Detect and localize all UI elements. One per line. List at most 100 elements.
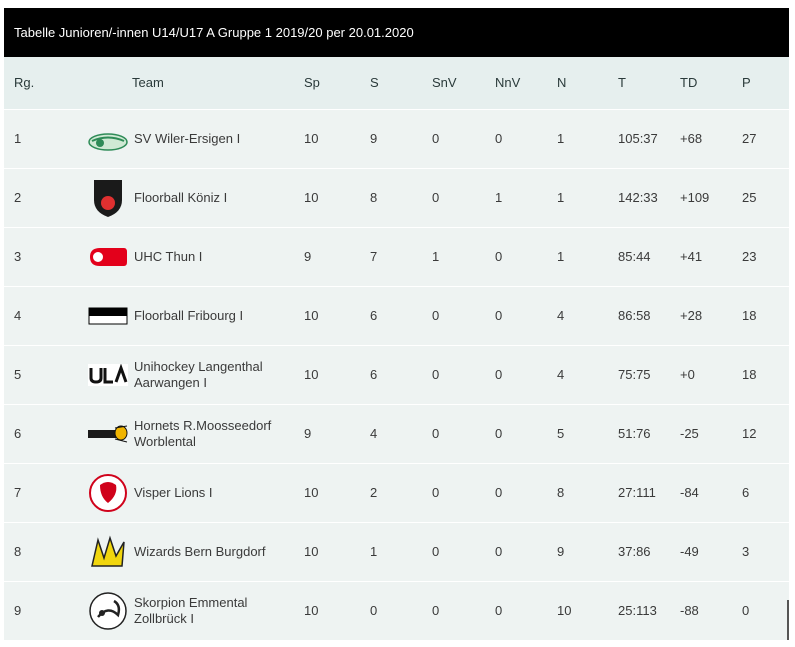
table-row[interactable]: 9 Skorpion Emmental Zollbrück I 10 0 0 0 10 25:… xyxy=(4,581,789,640)
losses-cell: 10 xyxy=(557,603,572,619)
wizards-logo xyxy=(88,532,128,572)
team-cell[interactable]: Floorball Köniz I xyxy=(88,168,304,227)
points-cell: 18 xyxy=(742,367,757,382)
overtime-losses-cell: 0 xyxy=(495,544,503,559)
team-name-link[interactable]: Skorpion Emmental Zollbrück I xyxy=(134,595,284,627)
rank-cell: 1 xyxy=(14,131,22,146)
team-cell[interactable]: Visper Lions I xyxy=(88,463,304,522)
column-header-rank[interactable]: Rg. xyxy=(4,57,88,109)
overtime-losses-cell: 0 xyxy=(495,131,503,146)
points-cell: 6 xyxy=(742,485,750,500)
games-cell: 10 xyxy=(304,367,319,382)
losses-cell: 1 xyxy=(557,249,565,264)
wiler-ersigen-logo xyxy=(88,119,128,159)
team-cell[interactable]: Floorball Fribourg I xyxy=(88,286,304,345)
table-row[interactable]: 7 Visper Lions I 10 2 0 0 8 27:111 -84 6 xyxy=(4,463,789,522)
standings-table: Rg. Team Sp S SnV NnV N T TD P 1 SV Wiler… xyxy=(4,57,789,640)
team-cell[interactable]: Skorpion Emmental Zollbrück I xyxy=(88,581,304,640)
overtime-wins-cell: 0 xyxy=(432,131,440,146)
table-row[interactable]: 5 Unihockey Langenthal Aarwangen I 10 6 0 0 4 7… xyxy=(4,345,789,404)
games-cell: 10 xyxy=(304,544,319,559)
team-cell[interactable]: Wizards Bern Burgdorf xyxy=(88,522,304,581)
table-row[interactable]: 6 Hornets R.Moosseedorf Worblental 9 4 0 0 5 51… xyxy=(4,404,789,463)
team-cell[interactable]: Unihockey Langenthal Aarwangen I xyxy=(88,345,304,404)
column-header-overtime-losses[interactable]: NnV xyxy=(495,57,557,109)
column-header-points[interactable]: P xyxy=(742,57,789,109)
losses-cell: 4 xyxy=(557,367,565,382)
goals-cell: 25:113 xyxy=(618,603,657,619)
team-name-link[interactable]: UHC Thun I xyxy=(134,249,202,265)
wins-cell: 1 xyxy=(370,544,378,559)
table-row[interactable]: 1 SV Wiler-Ersigen I 10 9 0 0 1 105:37 +68 27 xyxy=(4,109,789,168)
overtime-wins-cell: 0 xyxy=(432,544,440,559)
goal-difference-cell: +0 xyxy=(680,367,695,382)
points-cell: 0 xyxy=(742,603,750,619)
wins-cell: 7 xyxy=(370,249,378,264)
points-cell: 3 xyxy=(742,544,750,559)
points-cell: 12 xyxy=(742,426,757,441)
goal-difference-cell: +109 xyxy=(680,190,710,205)
rank-cell: 7 xyxy=(14,485,22,500)
table-row[interactable]: 3 UHC Thun I 9 7 1 0 1 85:44 +41 23 xyxy=(4,227,789,286)
table-title: Tabelle Junioren/-innen U14/U17 A Gruppe… xyxy=(4,8,789,57)
ula-logo xyxy=(88,355,128,395)
goals-cell: 105:37 xyxy=(618,131,658,146)
team-name-link[interactable]: Visper Lions I xyxy=(134,485,213,501)
fribourg-logo xyxy=(88,296,128,336)
column-header-wins[interactable]: S xyxy=(370,57,432,109)
wins-cell: 4 xyxy=(370,426,378,441)
team-cell[interactable]: SV Wiler-Ersigen I xyxy=(88,109,304,168)
column-header-losses[interactable]: N xyxy=(557,57,618,109)
visper-lions-logo xyxy=(88,473,128,513)
rank-cell: 8 xyxy=(14,544,22,559)
goal-difference-cell: +28 xyxy=(680,308,703,323)
column-header-team[interactable]: Team xyxy=(88,57,304,109)
goal-difference-cell: -25 xyxy=(680,426,699,441)
points-cell: 18 xyxy=(742,308,757,323)
rank-cell: 2 xyxy=(14,190,22,205)
team-name-link[interactable]: Hornets R.Moosseedorf Worblental xyxy=(134,418,284,450)
team-name-link[interactable]: Unihockey Langenthal Aarwangen I xyxy=(134,359,284,391)
column-header-goal-difference[interactable]: TD xyxy=(680,57,742,109)
goals-cell: 142:33 xyxy=(618,190,658,205)
overtime-wins-cell: 0 xyxy=(432,190,440,205)
overtime-wins-cell: 0 xyxy=(432,426,440,441)
koeniz-logo xyxy=(88,178,128,218)
goal-difference-cell: -49 xyxy=(680,544,699,559)
losses-cell: 9 xyxy=(557,544,565,559)
games-cell: 10 xyxy=(304,190,319,205)
wins-cell: 8 xyxy=(370,190,378,205)
team-name-link[interactable]: Wizards Bern Burgdorf xyxy=(134,544,266,560)
table-row[interactable]: 2 Floorball Köniz I 10 8 0 1 1 142:33 +109 25 xyxy=(4,168,789,227)
column-header-goals[interactable]: T xyxy=(618,57,680,109)
overtime-losses-cell: 0 xyxy=(495,603,503,619)
games-cell: 10 xyxy=(304,603,319,619)
games-cell: 9 xyxy=(304,426,312,441)
thun-logo xyxy=(88,237,128,277)
points-cell: 25 xyxy=(742,190,757,205)
goal-difference-cell: +41 xyxy=(680,249,703,264)
goals-cell: 86:58 xyxy=(618,308,651,323)
goals-cell: 85:44 xyxy=(618,249,651,264)
losses-cell: 8 xyxy=(557,485,565,500)
table-header-row: Rg. Team Sp S SnV NnV N T TD P xyxy=(4,57,789,109)
overtime-losses-cell: 0 xyxy=(495,367,503,382)
points-cell: 27 xyxy=(742,131,757,146)
team-name-link[interactable]: SV Wiler-Ersigen I xyxy=(134,131,240,147)
goals-cell: 75:75 xyxy=(618,367,651,382)
team-name-link[interactable]: Floorball Köniz I xyxy=(134,190,227,206)
table-row[interactable]: 4 Floorball Fribourg I 10 6 0 0 4 86:58 +28 18 xyxy=(4,286,789,345)
table-row[interactable]: 8 Wizards Bern Burgdorf 10 1 0 0 9 37:86 -49 3 xyxy=(4,522,789,581)
overtime-losses-cell: 0 xyxy=(495,308,503,323)
column-header-games[interactable]: Sp xyxy=(304,57,370,109)
team-name-link[interactable]: Floorball Fribourg I xyxy=(134,308,243,324)
scrollbar[interactable] xyxy=(787,600,789,640)
overtime-wins-cell: 0 xyxy=(432,367,440,382)
overtime-losses-cell: 0 xyxy=(495,426,503,441)
team-cell[interactable]: UHC Thun I xyxy=(88,227,304,286)
wins-cell: 2 xyxy=(370,485,378,500)
wins-cell: 6 xyxy=(370,308,378,323)
hornets-logo xyxy=(88,414,128,454)
team-cell[interactable]: Hornets R.Moosseedorf Worblental xyxy=(88,404,304,463)
column-header-overtime-wins[interactable]: SnV xyxy=(432,57,495,109)
